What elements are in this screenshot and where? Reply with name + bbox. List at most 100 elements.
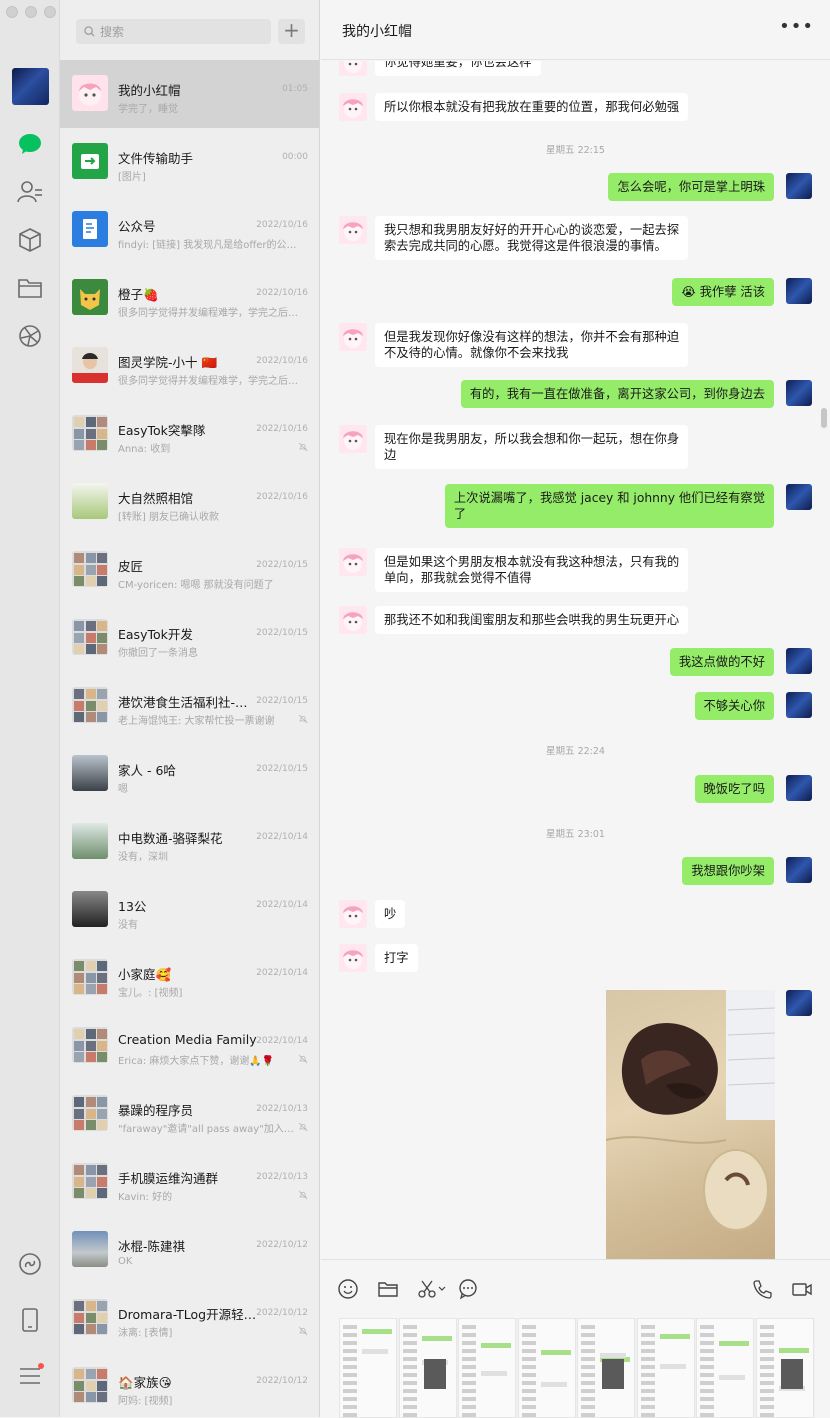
chat-avatar[interactable] — [72, 143, 108, 179]
chat-avatar[interactable] — [72, 1367, 108, 1403]
folder-icon[interactable] — [16, 274, 44, 302]
screenshot-thumbnail[interactable] — [755, 1318, 814, 1418]
message-bubble[interactable]: 我只想和我男朋友好好的开开心心的谈恋爱，一起去探 索去完成共同的心愿。我觉得这是件… — [375, 216, 689, 260]
message-bubble[interactable]: 那我还不如和我闺蜜朋友和那些会哄我的男生玩更开心 — [375, 606, 689, 634]
contact-avatar[interactable] — [339, 323, 367, 351]
message-bubble[interactable]: 打字 — [375, 944, 418, 972]
my-avatar[interactable] — [786, 990, 812, 1016]
scissors-icon[interactable] — [417, 1278, 447, 1300]
mini-program-icon[interactable] — [16, 1250, 44, 1278]
my-avatar[interactable] — [786, 484, 812, 510]
screenshot-thumbnail[interactable] — [458, 1318, 516, 1418]
chat-list-item[interactable]: 大自然照相馆 2022/10/16 [转账] 朋友已确认收款 — [60, 468, 319, 536]
chat-avatar[interactable] — [72, 687, 108, 723]
phone-icon[interactable] — [16, 1306, 44, 1334]
chat-list-item[interactable]: 冰棍-陈建祺 2022/10/12 OK — [60, 1216, 319, 1284]
message-bubble[interactable]: 所以你根本就没有把我放在重要的位置，那我何必勉强 — [375, 93, 689, 121]
cube-icon[interactable] — [16, 226, 44, 254]
chat-avatar[interactable] — [72, 619, 108, 655]
chat-avatar[interactable] — [72, 483, 108, 519]
contact-avatar[interactable] — [339, 548, 367, 576]
contact-avatar[interactable] — [339, 900, 367, 928]
my-avatar[interactable] — [786, 775, 812, 801]
screenshot-thumbnail[interactable] — [696, 1318, 754, 1418]
chat-list-item[interactable]: 港饮港食生活福利社-尖... 2022/10/15 老上海馄饨王: 大家帮忙投一票谢… — [60, 672, 319, 740]
chat-list-item[interactable]: 暴躁的程序员 2022/10/13 "faraway"邀请"all pass awa… — [60, 1080, 319, 1148]
emoji-icon[interactable] — [337, 1278, 359, 1300]
chat-list-item[interactable]: 文件传输助手 00:00 [图片] — [60, 128, 319, 196]
message-bubble[interactable]: 但是如果这个男朋友根本就没有我这种想法，只有我的 单向，那我就会觉得不值得 — [375, 548, 689, 592]
my-avatar[interactable] — [786, 692, 812, 718]
chat-avatar[interactable] — [72, 823, 108, 859]
message-bubble[interactable]: 晚饭吃了吗 — [694, 775, 774, 803]
chat-avatar[interactable] — [72, 1095, 108, 1131]
message-bubble[interactable]: 怎么会呢，你可是掌上明珠 — [608, 173, 774, 201]
message-bubble[interactable]: 我想跟你吵架 — [682, 857, 774, 885]
screenshot-thumbnail[interactable] — [517, 1318, 576, 1418]
chat-avatar[interactable] — [72, 347, 108, 383]
video-icon[interactable] — [791, 1278, 813, 1300]
chat-avatar[interactable] — [72, 1163, 108, 1199]
chat-list-item[interactable]: 手机膜运维沟通群 2022/10/13 Kavin: 好的 — [60, 1148, 319, 1216]
chat-avatar[interactable] — [72, 1231, 108, 1267]
chat-avatar[interactable] — [72, 755, 108, 791]
screenshot-thumbnail[interactable] — [636, 1318, 695, 1418]
chat-bubble-icon[interactable] — [457, 1278, 479, 1300]
pasted-screenshot-preview[interactable] — [339, 1318, 815, 1418]
chat-avatar[interactable] — [72, 959, 108, 995]
chat-list-item[interactable]: 🏠家族😘 2022/10/12 阿妈: [视频] — [60, 1352, 319, 1417]
message-bubble[interactable]: 但是我发现你好像没有这样的想法，你并不会有那种迫 不及待的心情。就像你不会来找我 — [375, 323, 689, 367]
ellipsis-icon[interactable]: ••• — [779, 16, 814, 37]
chat-avatar[interactable] — [72, 1027, 108, 1063]
chat-avatar[interactable] — [72, 279, 108, 315]
contact-avatar[interactable] — [339, 944, 367, 972]
maximize-window-button[interactable] — [44, 6, 56, 18]
contacts-icon[interactable] — [16, 178, 44, 206]
message-bubble[interactable]: 不够关心你 — [694, 692, 774, 720]
chat-list-item[interactable]: EasyTok突擊隊 2022/10/16 Anna: 收到 — [60, 400, 319, 468]
contact-avatar[interactable] — [339, 93, 367, 121]
chat-list-item[interactable]: 中电数通-骆驿梨花 2022/10/14 没有，深圳 — [60, 808, 319, 876]
chat-list-item[interactable]: 橙子🍓 2022/10/16 很多同学觉得并发编程难学，学完之后工作... — [60, 264, 319, 332]
screenshot-thumbnail[interactable] — [577, 1318, 635, 1418]
chat-avatar[interactable] — [72, 75, 108, 111]
chat-icon[interactable] — [16, 130, 44, 158]
message-bubble[interactable]: 吵 — [375, 900, 406, 928]
message-area[interactable]: 你觉得她重要，你也会这样 所以你根本就没有把我放在重要的位置，那我何必勉强 星期五 … — [321, 61, 830, 1259]
my-avatar[interactable] — [786, 173, 812, 199]
chat-list-item[interactable]: 公众号 2022/10/16 findyi: [链接] 我发现凡是给offer的公司… — [60, 196, 319, 264]
message-bubble[interactable]: 有的，我有一直在做准备，离开这家公司，到你身边去 — [460, 380, 774, 408]
search-input[interactable]: 搜索 — [76, 19, 271, 44]
screenshot-thumbnail[interactable] — [398, 1318, 457, 1418]
my-avatar[interactable] — [12, 68, 49, 105]
contact-avatar[interactable] — [339, 216, 367, 244]
message-bubble[interactable]: 我这点做的不好 — [669, 648, 774, 676]
chat-list-item[interactable]: 图灵学院-小十 🇨🇳 2022/10/16 很多同学觉得并发编程难学，学完之后工作.… — [60, 332, 319, 400]
message-bubble[interactable]: 😭 我作孽 活该 — [672, 278, 774, 306]
chat-avatar[interactable] — [72, 1299, 108, 1335]
chat-list-item[interactable]: EasyTok开发 2022/10/15 你撤回了一条消息 — [60, 604, 319, 672]
screenshot-thumbnail[interactable] — [339, 1318, 397, 1418]
menu-icon[interactable] — [16, 1362, 44, 1390]
chat-list-item[interactable]: 小家庭🥰 2022/10/14 宝儿。: [视频] — [60, 944, 319, 1012]
contact-avatar[interactable] — [339, 606, 367, 634]
my-avatar[interactable] — [786, 278, 812, 304]
close-window-button[interactable] — [6, 6, 18, 18]
chat-avatar[interactable] — [72, 211, 108, 247]
phone-icon[interactable] — [751, 1278, 773, 1300]
chat-list-item[interactable]: 13公 2022/10/14 没有 — [60, 876, 319, 944]
message-bubble[interactable]: 上次说漏嘴了，我感觉 jacey 和 johnny 他们已经有察觉了 — [444, 484, 774, 528]
moments-icon[interactable] — [16, 322, 44, 350]
folder-icon[interactable] — [377, 1278, 399, 1300]
message-bubble[interactable]: 现在你是我男朋友，所以我会想和你一起玩，想在你身边 — [375, 425, 689, 469]
message-bubble[interactable]: 你觉得她重要，你也会这样 — [375, 61, 541, 76]
scrollbar[interactable] — [821, 408, 827, 428]
chat-avatar[interactable] — [72, 891, 108, 927]
input-area[interactable] — [321, 1259, 830, 1418]
chat-list-item[interactable]: 家人 - 6哈 2022/10/15 嗯 — [60, 740, 319, 808]
chat-list-item[interactable]: 皮匠 2022/10/15 CM-yoricen: 嗯嗯 那就没有问题了 — [60, 536, 319, 604]
chat-list-item[interactable]: Dromara-TLog开源轻量... 2022/10/12 沫离: [表情] — [60, 1284, 319, 1352]
minimize-window-button[interactable] — [25, 6, 37, 18]
my-avatar[interactable] — [786, 857, 812, 883]
add-chat-button[interactable]: + — [278, 19, 305, 44]
